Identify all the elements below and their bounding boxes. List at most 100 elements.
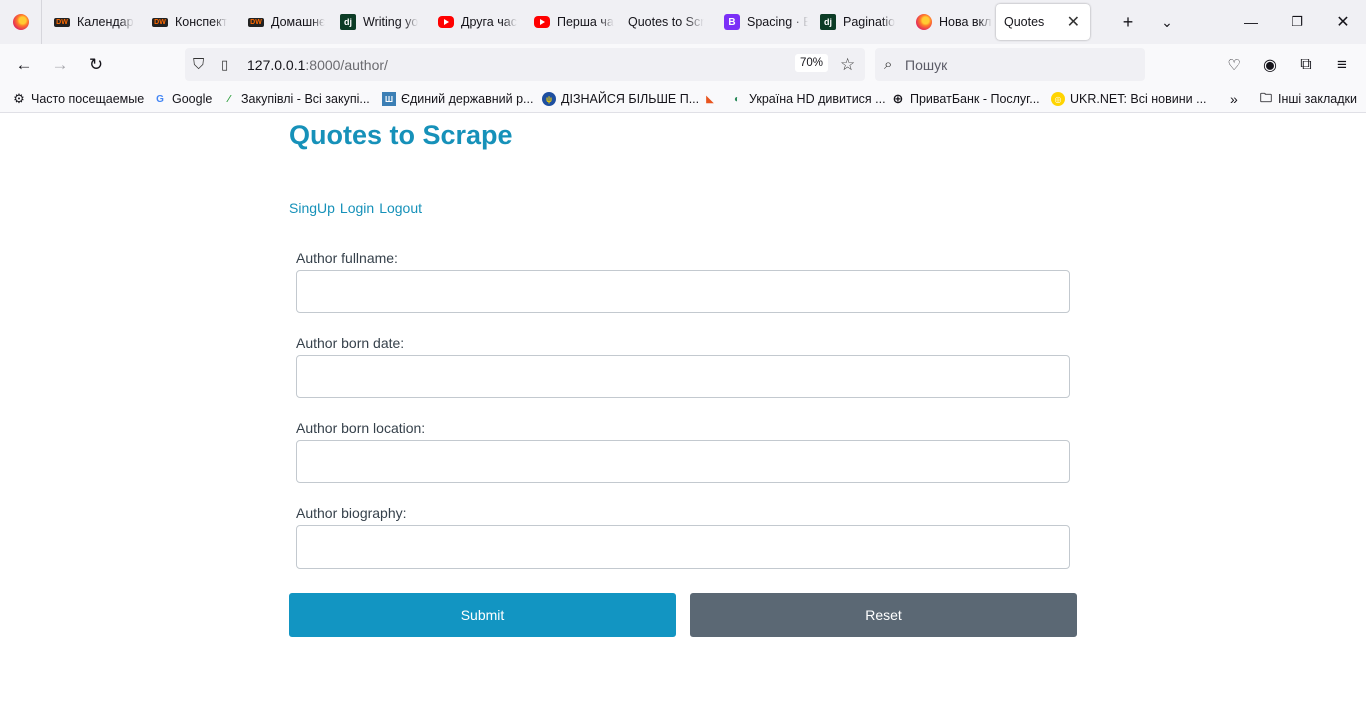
tab-label: Календар	[77, 15, 134, 29]
signup-link[interactable]: SingUp	[289, 200, 335, 216]
login-link[interactable]: Login	[340, 200, 374, 216]
zoom-level[interactable]: 70%	[795, 54, 829, 72]
tab-new-tab[interactable]: Нова вкла	[904, 0, 992, 44]
born-date-label: Author born date:	[296, 335, 405, 351]
search-bar[interactable]: ⌕ Пошук	[875, 48, 1145, 81]
django-favicon-icon: dj	[820, 14, 836, 30]
shield-icon[interactable]: ⛉	[193, 56, 204, 73]
youtube-favicon-icon	[534, 16, 550, 28]
search-icon: ⌕	[884, 56, 893, 73]
reload-icon[interactable]: ↻	[78, 47, 114, 83]
bookmark-prozorro[interactable]: ⁄ Закупівлі - Всі закупі...	[222, 86, 370, 112]
bookmark-registry[interactable]: Ш Єдиний державний р...	[382, 86, 533, 112]
born-location-label: Author born location:	[296, 420, 426, 436]
bookmark-star-icon[interactable]: ☆	[840, 55, 855, 75]
tab-first-part[interactable]: Перша ча	[522, 0, 616, 44]
list-tabs-chevron-icon[interactable]: ⌄	[1147, 0, 1187, 44]
bootstrap-favicon-icon: B	[724, 14, 740, 30]
tab-quotes-active[interactable]: Quotes ✕	[996, 4, 1090, 40]
submit-button[interactable]: Submit	[289, 593, 676, 637]
bookmark-label: Часто посещаемые	[31, 92, 145, 106]
prozorro-icon: ⁄	[228, 93, 230, 105]
folder-icon: 🗀	[1259, 90, 1272, 105]
search-placeholder: Пошук	[905, 56, 948, 73]
fullname-input[interactable]	[296, 270, 1070, 313]
tab-pagination[interactable]: dj Paginatio	[808, 0, 904, 44]
tab-label: Quotes	[1004, 15, 1045, 29]
bookmark-label: Україна HD дивитися ...	[749, 92, 886, 106]
bookmark-label: ПриватБанк - Послуг...	[910, 92, 1040, 106]
bookmark-label: UKR.NET: Всі новини ...	[1070, 92, 1207, 106]
other-bookmarks-label: Інші закладки	[1278, 92, 1357, 106]
new-tab-icon[interactable]: +	[1108, 0, 1148, 44]
tab-konspekt[interactable]: DW Конспект	[140, 0, 236, 44]
tab-calendar[interactable]: DW Календар	[42, 0, 140, 44]
registry-icon: Ш	[382, 92, 396, 106]
forward-icon[interactable]: →	[42, 47, 78, 83]
biography-input[interactable]	[296, 525, 1070, 569]
more-bookmarks-chevron-icon[interactable]: »	[1230, 86, 1238, 112]
ukrnet-icon: ◎	[1051, 92, 1065, 106]
menu-icon[interactable]: ≡	[1324, 47, 1360, 83]
tab-writing[interactable]: dj Writing yo	[328, 0, 426, 44]
tab-label: Конспект	[175, 15, 228, 29]
url-text[interactable]: 127.0.0.1:8000/author/	[247, 57, 388, 73]
nav-bar: ← → ↻ ⛉ ▯ 127.0.0.1:8000/author/ 70% ☆ ⌕…	[0, 44, 1366, 86]
bookmark-frequent[interactable]: ⚙ Часто посещаемые	[12, 86, 144, 112]
reset-button[interactable]: Reset	[690, 593, 1077, 637]
page-icon[interactable]: ▯	[221, 57, 228, 73]
google-icon: G	[156, 93, 164, 105]
page-content: Quotes to Scrape SingUp Login Logout Aut…	[0, 114, 1366, 728]
gear-icon: ⚙	[13, 91, 25, 106]
bookmark-label: ДІЗНАЙСЯ БІЛЬШЕ П...	[561, 92, 700, 106]
back-icon[interactable]: ←	[6, 47, 42, 83]
bookmark-ukraine-hd[interactable]: ◐ Україна HD дивитися ...	[730, 86, 886, 112]
tab-label: Writing yo	[363, 15, 419, 29]
bookmark-privatbank[interactable]: ⊕ ПриватБанк - Послуг...	[891, 86, 1040, 112]
tab-label: Домашнє	[271, 15, 326, 29]
tab-second-part[interactable]: Друга час	[426, 0, 522, 44]
tab-spacing[interactable]: B Spacing · B	[712, 0, 808, 44]
bookmark-label: Єдиний державний р...	[401, 92, 534, 106]
tabs: DW Календар DW Конспект DW Домашнє dj Writin…	[42, 0, 1094, 44]
logout-link[interactable]: Logout	[379, 200, 422, 216]
auth-links: SingUp Login Logout	[289, 200, 422, 216]
dw-favicon-icon: DW	[248, 17, 264, 27]
tab-strip: DW Календар DW Конспект DW Домашнє dj Writin…	[0, 0, 1366, 44]
bookmark-fox[interactable]: ◣	[703, 86, 717, 112]
globe-icon: ⊕	[892, 91, 904, 106]
born-date-input[interactable]	[296, 355, 1070, 398]
tab-label: Нова вкла	[939, 15, 992, 29]
tab-label: Spacing · B	[747, 15, 808, 29]
fullname-label: Author fullname:	[296, 250, 398, 266]
bookmark-learn-more[interactable]: ψ ДІЗНАЙСЯ БІЛЬШЕ П...	[542, 86, 699, 112]
url-bar[interactable]: ⛉ ▯ 127.0.0.1:8000/author/ 70% ☆	[185, 48, 865, 81]
fox-icon: ◣	[706, 93, 714, 105]
close-tab-icon[interactable]: ✕	[1067, 12, 1080, 32]
dw-favicon-icon: DW	[152, 17, 168, 27]
bookmark-google[interactable]: G Google	[153, 86, 212, 112]
tv-icon: ◐	[733, 93, 741, 105]
django-favicon-icon: dj	[340, 14, 356, 30]
restore-icon[interactable]: ❐	[1277, 0, 1317, 44]
bookmark-ukrnet[interactable]: ◎ UKR.NET: Всі новини ...	[1051, 86, 1207, 112]
tab-homework[interactable]: DW Домашнє	[236, 0, 328, 44]
extensions-icon[interactable]: ⧉	[1288, 47, 1324, 83]
url-host: 127.0.0.1	[247, 56, 306, 73]
bookmark-label: Закупівлі - Всі закупі...	[241, 92, 370, 106]
biography-label: Author biography:	[296, 505, 407, 521]
account-icon[interactable]: ◉	[1252, 47, 1288, 83]
tab-label: Paginatio	[843, 15, 896, 29]
tab-quotes-to-scrape[interactable]: Quotes to Scr	[616, 0, 712, 44]
tab-label: Перша ча	[557, 15, 614, 29]
pocket-icon[interactable]: ♡	[1216, 47, 1252, 83]
close-window-icon[interactable]: ✕	[1323, 0, 1363, 44]
other-bookmarks[interactable]: 🗀 Інші закладки	[1259, 86, 1357, 112]
site-title[interactable]: Quotes to Scrape	[289, 120, 513, 151]
born-location-input[interactable]	[296, 440, 1070, 483]
dw-favicon-icon: DW	[54, 17, 70, 27]
firefox-menu-icon[interactable]	[0, 0, 42, 44]
bookmark-label: Google	[172, 92, 213, 106]
youtube-favicon-icon	[438, 16, 454, 28]
minimize-icon[interactable]: —	[1231, 0, 1271, 44]
